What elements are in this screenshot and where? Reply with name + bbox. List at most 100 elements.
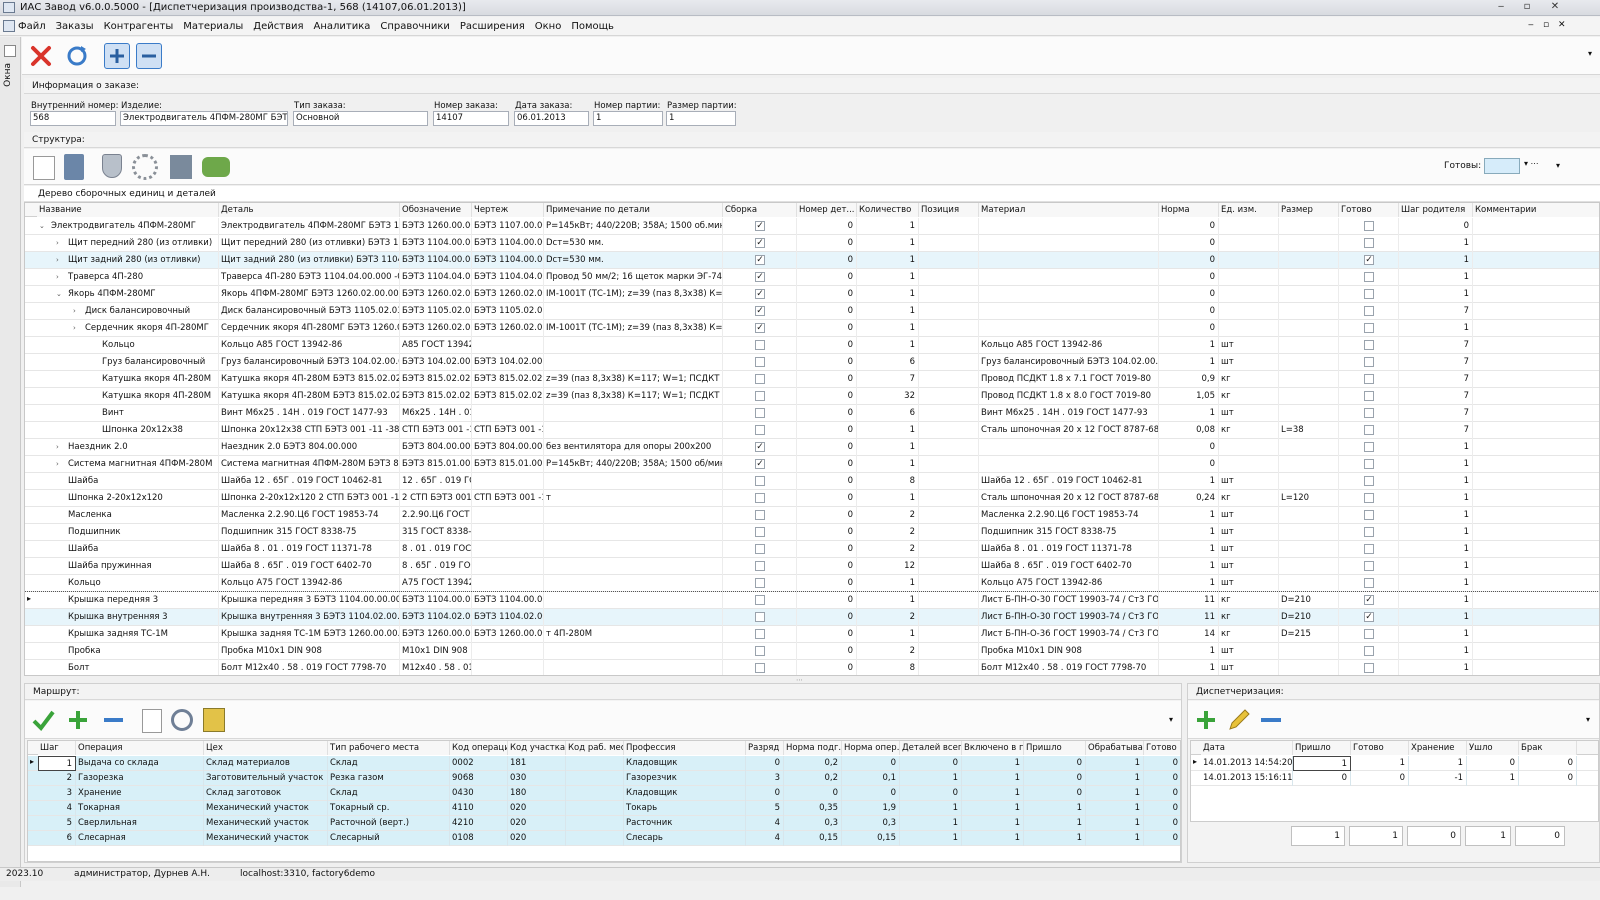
structure-col-header[interactable]: Позиция (919, 203, 979, 217)
preview-icon[interactable] (142, 709, 162, 733)
remove-record-icon[interactable] (1258, 708, 1284, 735)
route-col-header[interactable]: Код участка (508, 741, 566, 755)
route-col-header[interactable]: Профессия (624, 741, 746, 755)
collapse-icon[interactable]: ⌄ (39, 218, 45, 234)
order-no-field[interactable]: 14107 (433, 111, 509, 126)
route-row[interactable]: 6 Слесарная Механический участок Слесарный 0… (28, 831, 1180, 846)
ready-checkbox[interactable] (1364, 306, 1374, 316)
tree-row[interactable]: Катушка якоря 4П-280М Катушка якоря 4П-28… (25, 388, 1599, 405)
tree-node-name[interactable]: › Наездник 2.0 (37, 439, 219, 456)
menu-references[interactable]: Справочники (380, 21, 450, 32)
route-row[interactable]: 2 Газорезка Заготовительный участок Резка г… (28, 771, 1180, 786)
type-field[interactable]: Основной (293, 111, 428, 126)
menu-actions[interactable]: Действия (253, 21, 303, 32)
dispatch-cell[interactable]: 0 (1519, 756, 1577, 771)
assembly-checkbox[interactable] (755, 629, 765, 639)
menu-materials[interactable]: Материалы (183, 21, 243, 32)
tree-row[interactable]: › Наездник 2.0 Наездник 2.0 БЭТЗ 804.00.00… (25, 439, 1599, 456)
route-toolbar-overflow-icon[interactable]: ▾ (1169, 715, 1173, 724)
structure-toolbar-overflow-icon[interactable]: ▾ (1556, 161, 1560, 170)
ready-checkbox[interactable] (1364, 646, 1374, 656)
expand-icon[interactable]: › (56, 252, 59, 268)
tree-row[interactable]: Шайба Шайба 12 . 65Г . 019 ГОСТ 10462-81 1… (25, 473, 1599, 490)
tree-row[interactable]: Подшипник Подшипник 315 ГОСТ 8338-75 315 Г… (25, 524, 1599, 541)
route-col-header[interactable]: Пришло (1024, 741, 1086, 755)
tree-row[interactable]: › Система магнитная 4ПФМ-280М Система магн… (25, 456, 1599, 473)
tree-node-name[interactable]: Шайба пружинная (37, 558, 219, 575)
structure-col-header[interactable]: Материал (979, 203, 1159, 217)
ready-checkbox[interactable] (1364, 561, 1374, 571)
ready-checkbox[interactable]: ✓ (1364, 612, 1374, 622)
ready-checkbox[interactable] (1364, 357, 1374, 367)
menu-contractors[interactable]: Контрагенты (104, 21, 174, 32)
assembly-checkbox[interactable] (755, 595, 765, 605)
dispatch-cell[interactable]: 0 (1293, 771, 1351, 786)
route-row[interactable]: 3 Хранение Склад заготовок Склад 0430 180 Клад… (28, 786, 1180, 801)
maximize-button[interactable]: ▫ (1516, 1, 1538, 14)
tree-row[interactable]: Шайба Шайба 8 . 01 . 019 ГОСТ 11371-78 8 .… (25, 541, 1599, 558)
ready-checkbox[interactable] (1364, 408, 1374, 418)
tree-row[interactable]: Пробка Пробка М10х1 DIN 908 М10х1 DIN 908 0… (25, 643, 1599, 660)
structure-col-header[interactable]: Размер (1279, 203, 1339, 217)
route-col-header[interactable]: Шаг (38, 741, 76, 755)
ready-checkbox[interactable] (1364, 629, 1374, 639)
dispatch-row[interactable]: ▸ 14.01.2013 14:54:20 1 1 1 0 0 (1191, 756, 1598, 771)
menu-orders[interactable]: Заказы (56, 21, 94, 32)
route-col-header[interactable]: Включено в пл (962, 741, 1024, 755)
structure-col-header[interactable]: Деталь (219, 203, 400, 217)
assembly-checkbox[interactable] (755, 391, 765, 401)
route-col-header[interactable]: Операция (76, 741, 204, 755)
tree-row[interactable]: Винт Винт М6х25 . 14Н . 019 ГОСТ 1477-93 М… (25, 405, 1599, 422)
mdi-restore-icon[interactable]: ▫ (1543, 20, 1549, 30)
assembly-checkbox[interactable]: ✓ (755, 289, 765, 299)
folder-icon[interactable] (203, 708, 225, 732)
tree-row[interactable]: ⌄ Электродвигатель 4ПФМ-280МГ Электродвига… (25, 218, 1599, 235)
ready-checkbox[interactable] (1364, 238, 1374, 248)
tree-row[interactable]: Кольцо Кольцо А75 ГОСТ 13942-86 А75 ГОСТ 1… (25, 575, 1599, 592)
tree-node-name[interactable]: Крышка внутренняя 3 (37, 609, 219, 626)
server-icon[interactable] (170, 155, 192, 179)
menu-file[interactable]: Файл (18, 21, 46, 32)
ready-color-field[interactable] (1484, 158, 1520, 174)
tree-row[interactable]: Кольцо Кольцо А85 ГОСТ 13942-86 А85 ГОСТ 1… (25, 337, 1599, 354)
search-icon[interactable] (4, 45, 16, 57)
assembly-checkbox[interactable]: ✓ (755, 255, 765, 265)
assembly-checkbox[interactable]: ✓ (755, 323, 765, 333)
menu-help[interactable]: Помощь (571, 21, 614, 32)
route-col-header[interactable]: Код раб. мес (566, 741, 624, 755)
expand-icon[interactable]: › (56, 456, 59, 472)
tree-node-name[interactable]: Масленка (37, 507, 219, 524)
tree-row[interactable]: Катушка якоря 4П-280М Катушка якоря 4П-28… (25, 371, 1599, 388)
ready-checkbox[interactable] (1364, 527, 1374, 537)
tree-row[interactable]: › Диск балансировочный Диск балансировочны… (25, 303, 1599, 320)
toolbar-overflow-icon[interactable]: ▾ (1588, 49, 1592, 58)
ready-checkbox[interactable] (1364, 374, 1374, 384)
dispatch-cell[interactable]: 1 (1351, 756, 1409, 771)
expand-icon[interactable]: › (56, 269, 59, 285)
dispatch-toolbar-overflow-icon[interactable]: ▾ (1586, 715, 1590, 724)
gear-icon[interactable] (132, 154, 158, 180)
refresh-icon[interactable] (64, 43, 90, 69)
ready-checkbox[interactable] (1364, 476, 1374, 486)
assembly-checkbox[interactable] (755, 425, 765, 435)
tree-row[interactable]: Масленка Масленка 2.2.90.Ц6 ГОСТ 19853-74… (25, 507, 1599, 524)
remove-step-icon[interactable] (101, 708, 127, 735)
ready-checkbox[interactable] (1364, 323, 1374, 333)
ready-checkbox[interactable]: ✓ (1364, 255, 1374, 265)
assembly-checkbox[interactable] (755, 374, 765, 384)
dispatch-cell[interactable]: -1 (1409, 771, 1467, 786)
tree-node-name[interactable]: Винт (37, 405, 219, 422)
expand-icon[interactable]: › (56, 439, 59, 455)
tree-node-name[interactable]: › Сердечник якоря 4П-280МГ (37, 320, 219, 337)
structure-col-header[interactable]: Номер дет... (797, 203, 857, 217)
ready-checkbox[interactable] (1364, 493, 1374, 503)
menu-extensions[interactable]: Расширения (460, 21, 525, 32)
tree-node-name[interactable]: Пробка (37, 643, 219, 660)
assembly-checkbox[interactable]: ✓ (755, 238, 765, 248)
route-col-header[interactable]: Код операци (450, 741, 508, 755)
structure-col-header[interactable]: Комментарии (1473, 203, 1599, 217)
route-col-header[interactable]: Цех (204, 741, 328, 755)
route-col-header[interactable]: Обрабатыва (1086, 741, 1144, 755)
assembly-checkbox[interactable]: ✓ (755, 459, 765, 469)
tree-row[interactable]: Крышка задняя ТС-1М Крышка задняя ТС-1М Б… (25, 626, 1599, 643)
